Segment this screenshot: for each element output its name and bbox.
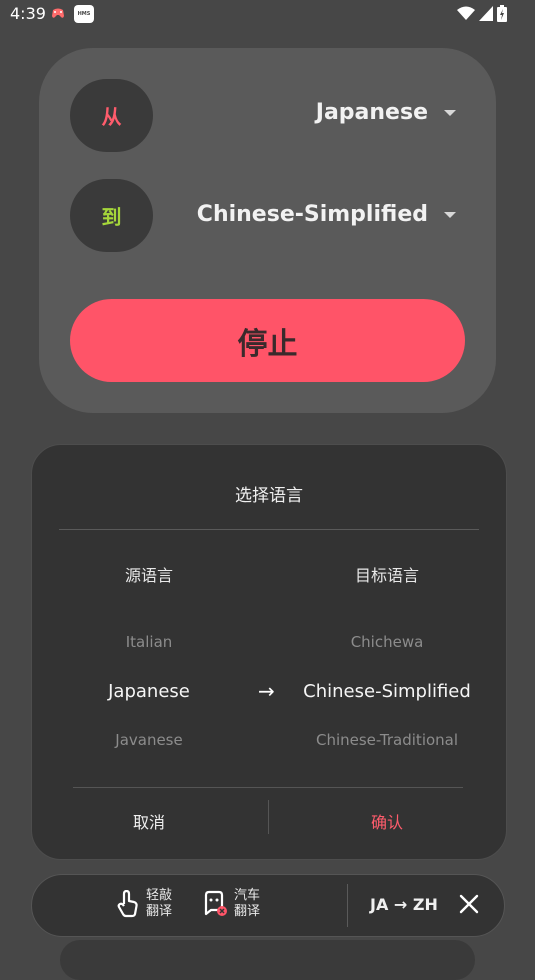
car-translate-line1: 汽车: [234, 888, 261, 903]
chevron-down-icon: [444, 211, 456, 218]
bottom-panel-peek: [60, 940, 475, 980]
divider: [73, 787, 463, 788]
status-bar: 4:39 HMS: [0, 0, 535, 30]
stop-button[interactable]: 停止: [70, 299, 465, 382]
language-pair-indicator[interactable]: JA → ZH: [370, 895, 438, 914]
target-language-header: 目标语言: [354, 566, 419, 585]
divider: [268, 800, 269, 834]
target-language-dropdown[interactable]: Chinese-Simplified: [197, 202, 456, 227]
status-icons: [457, 5, 507, 22]
language-card: 从 Japanese 到 Chinese-Simplified 停止: [39, 48, 496, 413]
wifi-icon: [457, 6, 475, 20]
divider: [59, 529, 479, 530]
chevron-down-icon: [444, 109, 456, 116]
source-picker-item[interactable]: Italian: [39, 633, 259, 651]
tap-translate-label: 轻敲 翻译: [146, 888, 172, 920]
from-badge: 从: [70, 79, 153, 152]
tap-translate-button[interactable]: 轻敲 翻译: [116, 888, 172, 920]
target-language-value: Chinese-Simplified: [196, 202, 428, 227]
cancel-button[interactable]: 取消: [69, 809, 229, 833]
close-icon[interactable]: [458, 893, 480, 915]
tap-translate-line2: 翻译: [146, 904, 173, 919]
dialog-title: 选择语言: [235, 486, 303, 506]
language-picker-dialog: 选择语言 源语言 目标语言 Italian Japanese Javanese …: [31, 444, 507, 860]
divider: [347, 884, 348, 927]
source-picker-selected[interactable]: Japanese: [39, 681, 259, 702]
to-badge: 到: [70, 179, 153, 252]
car-translate-button[interactable]: 汽车 翻译: [202, 888, 260, 920]
source-language-header: 源语言: [124, 566, 173, 585]
signal-icon: [479, 6, 493, 21]
car-translate-icon: [204, 890, 227, 916]
bottom-toolbar: 轻敲 翻译 汽车 翻译 JA → ZH: [31, 874, 505, 937]
battery-icon: [497, 5, 507, 22]
source-language-value: Japanese: [315, 100, 428, 125]
source-picker-item[interactable]: Javanese: [39, 731, 259, 749]
status-time: 4:39: [10, 4, 46, 23]
game-app-icon: [52, 8, 64, 18]
source-language-dropdown[interactable]: Japanese: [316, 100, 456, 125]
hms-app-icon: HMS: [74, 5, 94, 23]
arrow-right-icon: →: [258, 679, 275, 703]
tap-translate-line1: 轻敲: [146, 888, 173, 903]
car-translate-label: 汽车 翻译: [234, 888, 260, 920]
confirm-button[interactable]: 确认: [307, 809, 467, 833]
car-translate-line2: 翻译: [234, 904, 261, 919]
target-picker-selected[interactable]: Chinese-Simplified: [277, 681, 497, 702]
target-picker-item[interactable]: Chichewa: [277, 633, 497, 651]
tap-hand-icon: [117, 890, 138, 918]
target-picker-item[interactable]: Chinese-Traditional: [277, 731, 497, 749]
